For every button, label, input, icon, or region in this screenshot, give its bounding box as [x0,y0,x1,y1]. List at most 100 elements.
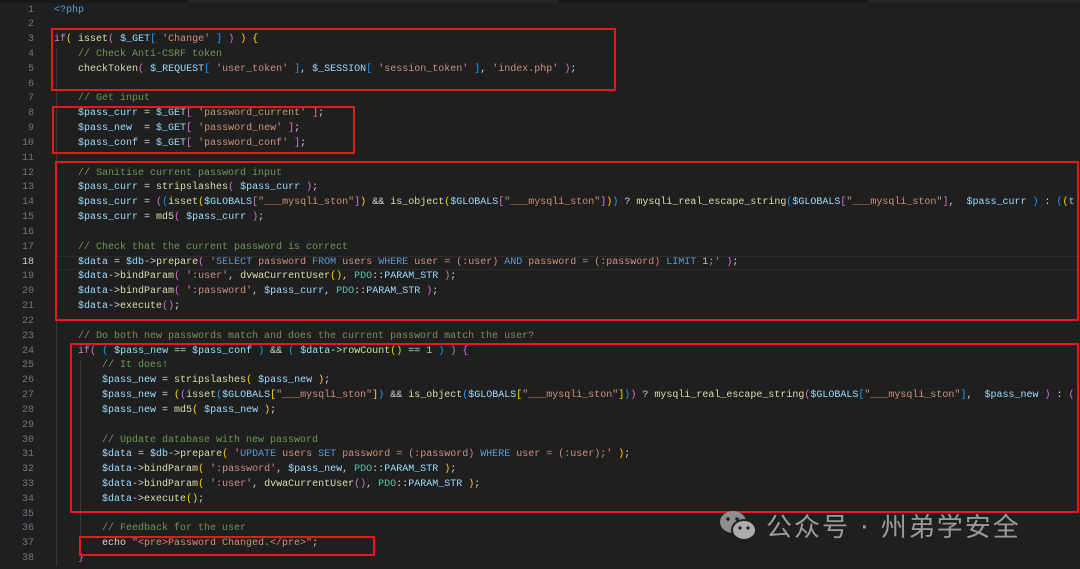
code-line[interactable]: 14 $pass_curr = ((isset($GLOBALS["___mys… [0,196,1080,211]
code-line[interactable]: 34 $data->execute(); [0,493,1080,508]
code-line[interactable]: 4 // Check Anti-CSRF token [0,48,1080,63]
code-line[interactable]: 31 $data = $db->prepare( 'UPDATE users S… [0,448,1080,463]
code-token: prepare [180,449,223,461]
code-line[interactable]: 7 // Get input [0,92,1080,107]
code-token: if [78,345,91,357]
code-token: = [138,108,157,120]
code-token: password [252,256,313,268]
code-line[interactable]: 21 $data->execute(); [0,300,1080,315]
code-token: $pass_new [984,390,1039,402]
code-token: -> [132,464,145,476]
code-token: $pass_new [204,404,259,416]
code-line[interactable]: 27 $pass_new = ((isset($GLOBALS["___mysq… [0,389,1080,404]
line-number: 5 [27,63,34,75]
code-token: , [366,479,379,490]
code-line[interactable]: 25 // It does! [0,359,1080,374]
line-number: 31 [21,449,34,461]
code-token: $pass_conf [78,137,139,149]
code-token: $pass_curr [966,197,1027,209]
code-line[interactable]: 26 $pass_new = stripslashes( $pass_new )… [0,374,1080,389]
code-token: = [138,182,157,194]
code-token: $pass_new [258,375,313,387]
code-token: is_object [390,197,445,209]
code-token: -> [168,449,181,461]
code-line[interactable]: 16 [0,226,1080,241]
code-token: $pass_curr [240,182,301,194]
code-line[interactable]: 33 $data->bindParam( ':user', dvwaCurren… [0,478,1080,493]
code-text: $data->bindParam( ':password', $pass_new… [54,463,1080,478]
code-token: password = (:password) [522,256,667,268]
code-line[interactable]: 29 [0,419,1080,434]
code-token: users [336,256,379,268]
code-line[interactable]: 15 $pass_curr = md5( $pass_curr ); [0,211,1080,226]
line-number: 29 [21,419,34,431]
code-token: $GLOBALS [468,390,517,402]
code-line[interactable]: 1 <?php [0,4,1080,19]
code-token: , [966,390,985,402]
code-text: checkToken( $_REQUEST[ 'user_token' ], $… [54,63,1080,78]
code-token: "___mysqli_ston" [846,197,943,209]
code-token: $data [78,271,109,283]
code-token: = [108,256,127,268]
code-token: $GLOBALS [204,197,253,209]
code-line[interactable]: 24 if( ( $pass_new == $pass_conf ) && ( … [0,345,1080,360]
code-line[interactable]: 10 $pass_conf = $_GET[ 'password_conf' ]… [0,137,1080,152]
code-token: ; [732,256,739,268]
code-token: "___mysqli_ston" [258,197,355,209]
code-line[interactable]: 23 // Do both new passwords match and do… [0,330,1080,345]
code-line[interactable]: 8 $pass_curr = $_GET[ 'password_current'… [0,107,1080,122]
watermark: 公众号 · 州弟学安全 [718,507,1021,544]
code-text: // It does! [54,359,1080,374]
code-token: 'index.php' [492,63,559,75]
code-token: = [138,137,157,149]
code-token: bindParam [120,271,175,283]
code-line[interactable]: 13 $pass_curr = stripslashes( $pass_curr… [0,181,1080,196]
code-token: ; [474,479,481,490]
code-line[interactable]: 22 [0,315,1080,330]
code-line[interactable]: 11 [0,152,1080,167]
code-token: md5 [156,212,175,224]
code-line[interactable]: 18 $data = $db->prepare( 'SELECT passwor… [0,255,1080,271]
code-token: :: [372,271,385,283]
code-line[interactable]: 30 // Update database with new password [0,434,1080,449]
code-line[interactable]: 32 $data->bindParam( ':password', $pass_… [0,463,1080,478]
code-text: } [54,552,1080,567]
code-line[interactable]: 12 // Sanitise current password input [0,167,1080,182]
code-token: : [1050,390,1069,402]
code-token: // Check that the current password is co… [78,241,349,253]
code-text: $data = $db->prepare( 'UPDATE users SET … [54,448,1080,463]
code-line[interactable]: 38 } [0,552,1080,567]
code-token: $pass_curr [264,286,325,298]
code-text: $pass_curr = $_GET[ 'password_current' ]… [54,107,1080,122]
code-token: -> [132,479,145,490]
code-line[interactable]: 9 $pass_new = $_GET[ 'password_new' ]; [0,122,1080,137]
code-line[interactable]: 17 // Check that the current password is… [0,241,1080,256]
code-text: $pass_new = stripslashes( $pass_new ); [54,374,1080,389]
code-line[interactable]: 2 [0,18,1080,33]
code-text: $pass_new = $_GET[ 'password_new' ]; [54,122,1080,137]
code-line[interactable]: 19 $data->bindParam( ':user', dvwaCurren… [0,270,1080,285]
code-line[interactable]: 6 [0,78,1080,93]
code-token: ;' [708,256,721,268]
code-line[interactable]: 3 if( isset( $_GET[ 'Change' ] ) ) { [0,33,1080,48]
code-line[interactable]: 20 $data->bindParam( ':password', $pass_… [0,285,1080,300]
line-number: 17 [21,241,34,253]
code-token: $_GET [156,108,187,120]
code-token: ; [258,212,265,224]
code-token: ; [450,271,457,283]
line-number: 24 [21,345,34,357]
line-number: 13 [21,182,34,194]
code-token: , [342,271,355,283]
code-text: $pass_curr = md5( $pass_curr ); [54,211,1080,226]
code-token: bindParam [144,479,199,490]
code-token: PARAM_STR [384,271,439,283]
code-line[interactable]: 5 checkToken( $_REQUEST[ 'user_token' ],… [0,63,1080,78]
code-line[interactable]: 28 $pass_new = md5( $pass_new ); [0,404,1080,419]
code-token: && [384,390,409,402]
code-editor[interactable]: 1 <?php 2 3 if( isset( $_GET[ 'Change' ] ) )… [0,4,1080,567]
